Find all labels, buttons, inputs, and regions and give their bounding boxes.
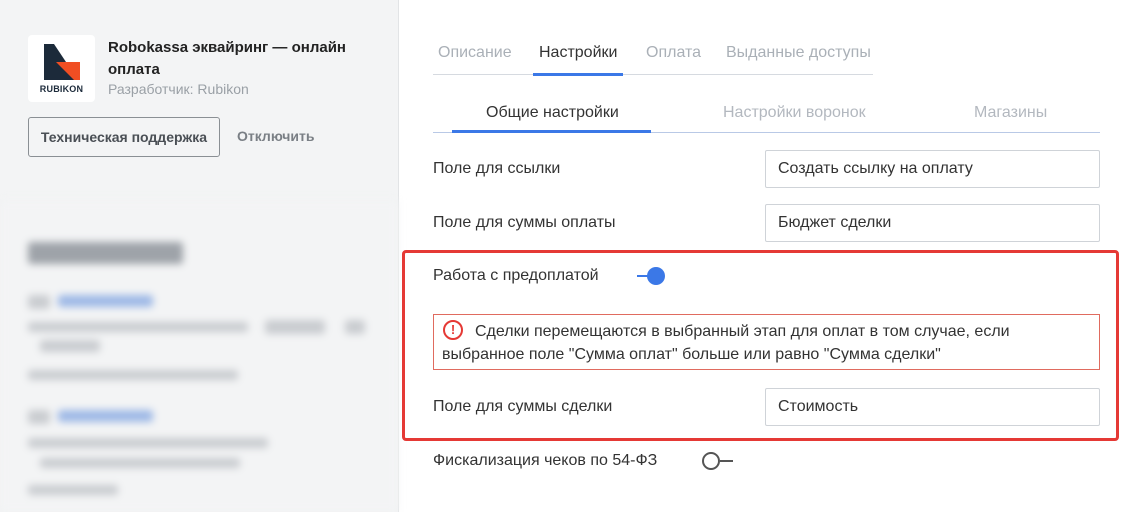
settings-subtabs: Общие настройки Настройки воронок Магази…: [433, 104, 1100, 133]
tab-payment[interactable]: Оплата: [646, 44, 701, 75]
warning-box: ! Сделки перемещаются в выбранный этап д…: [433, 314, 1100, 370]
fiscal-toggle[interactable]: [702, 451, 734, 471]
link-field-input[interactable]: [765, 150, 1100, 188]
warning-text: Сделки перемещаются в выбранный этап для…: [442, 323, 1010, 363]
prepayment-label: Работа с предоплатой: [433, 267, 599, 284]
subtab-shops[interactable]: Магазины: [974, 104, 1047, 133]
deal-sum-label: Поле для суммы сделки: [433, 398, 613, 415]
payment-sum-label: Поле для суммы оплаты: [433, 214, 616, 231]
link-field-label: Поле для ссылки: [433, 160, 561, 177]
subtab-general[interactable]: Общие настройки: [486, 104, 619, 133]
tab-access[interactable]: Выданные доступы: [726, 44, 871, 75]
tab-description[interactable]: Описание: [438, 44, 512, 75]
fiscal-label: Фискализация чеков по 54-ФЗ: [433, 452, 658, 469]
deal-sum-input[interactable]: [765, 388, 1100, 426]
toggle-knob: [647, 267, 665, 285]
tab-settings[interactable]: Настройки: [532, 44, 624, 76]
blurred-content: [0, 200, 398, 512]
app-title: Robokassa эквайринг — онлайн оплата: [108, 39, 346, 78]
app-developer: Разработчик: Rubikon: [108, 81, 249, 97]
main-tabs: Описание Настройки Оплата Выданные досту…: [433, 44, 873, 76]
rubikon-logo-icon: [44, 44, 80, 80]
support-button[interactable]: Техническая поддержка: [28, 117, 220, 157]
toggle-track: [720, 460, 733, 462]
toggle-knob: [702, 452, 720, 470]
left-panel: RUBIKON Robokassa эквайринг — онлайн опл…: [0, 0, 399, 512]
app-logo: RUBIKON: [28, 35, 95, 102]
app-card: RUBIKON Robokassa эквайринг — онлайн опл…: [0, 0, 398, 200]
subtab-funnels[interactable]: Настройки воронок: [723, 104, 866, 133]
subtab-active-indicator: [452, 130, 651, 133]
disable-button[interactable]: Отключить: [237, 128, 314, 144]
prepayment-toggle[interactable]: [637, 266, 667, 286]
payment-sum-input[interactable]: [765, 204, 1100, 242]
logo-text: RUBIKON: [39, 84, 84, 94]
